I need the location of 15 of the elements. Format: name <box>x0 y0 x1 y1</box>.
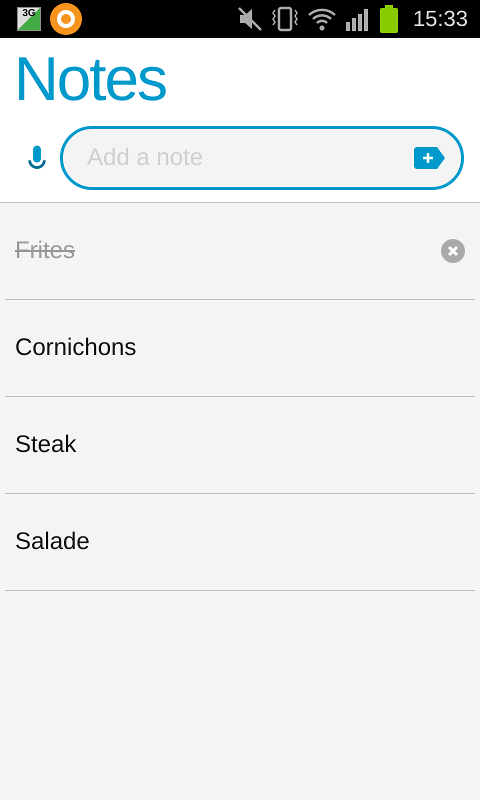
network-icon: 3G <box>17 7 41 31</box>
battery-icon <box>378 5 399 33</box>
note-text: Cornichons <box>15 334 136 362</box>
mute-icon <box>236 6 263 32</box>
app-icon <box>49 2 83 36</box>
delete-icon[interactable] <box>441 239 465 263</box>
note-text: Salade <box>15 528 90 556</box>
signal-icon <box>344 7 371 31</box>
wifi-icon <box>306 6 337 32</box>
page-title: Notes <box>14 44 167 116</box>
note-text: Frites <box>15 237 75 265</box>
clock: 15:33 <box>412 6 468 32</box>
note-text: Steak <box>15 431 76 459</box>
vibrate-icon <box>270 5 299 33</box>
add-tag-icon[interactable] <box>414 147 446 169</box>
